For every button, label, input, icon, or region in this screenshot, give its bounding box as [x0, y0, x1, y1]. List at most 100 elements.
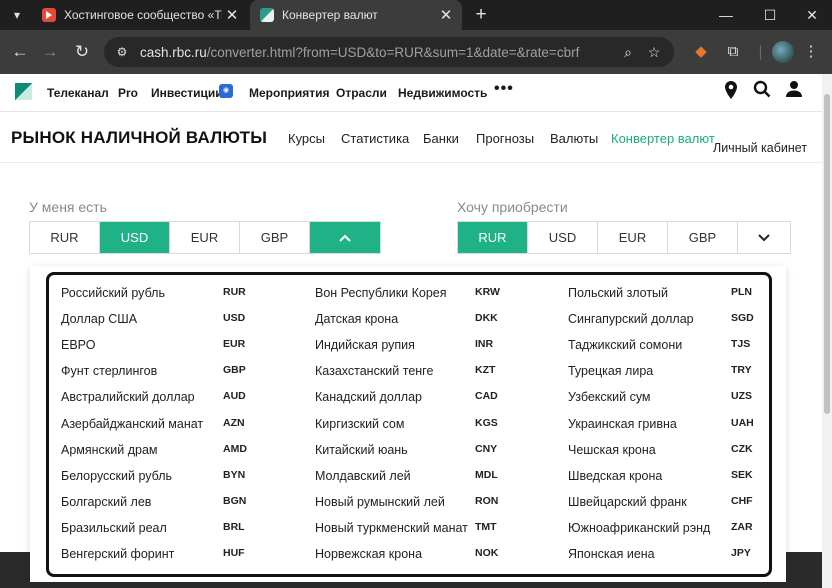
currency-option[interactable]: Венгерский форинт HUF — [61, 543, 261, 563]
currency-option[interactable]: Украинская гривна UAH — [568, 413, 768, 433]
have-usd-button[interactable]: USD — [100, 222, 170, 253]
currency-option[interactable]: Бразильский реал BRL — [61, 517, 261, 537]
currency-option[interactable]: Шведская крона SEK — [568, 465, 768, 485]
currency-option[interactable]: Канадский доллар CAD — [315, 386, 515, 406]
currency-option[interactable]: Китайский юань CNY — [315, 439, 515, 459]
nav-events[interactable]: Мероприятия — [249, 86, 330, 100]
chevron-down-icon — [758, 234, 770, 242]
currency-option[interactable]: Молдавский лей MDL — [315, 465, 515, 485]
want-usd-button[interactable]: USD — [528, 222, 598, 253]
currency-option[interactable]: ЕВРО EUR — [61, 334, 261, 354]
back-arrow-icon[interactable]: ← — [6, 38, 34, 66]
currency-option[interactable]: Российский рубль RUR — [61, 282, 261, 302]
minimize-icon[interactable]: — — [706, 0, 746, 30]
maximize-icon[interactable]: ☐ — [750, 0, 790, 30]
currency-option[interactable]: Азербайджанский манат AZN — [61, 413, 261, 433]
currency-name: Болгарский лев — [61, 494, 152, 509]
want-label: Хочу приобрести — [457, 199, 568, 215]
currency-option[interactable]: Японская иена JPY — [568, 543, 768, 563]
want-eur-button[interactable]: EUR — [598, 222, 668, 253]
bookmark-star-icon[interactable]: ☆ — [644, 42, 664, 62]
currency-option[interactable]: Южноафриканский рэнд ZAR — [568, 517, 768, 537]
currency-option[interactable]: Болгарский лев BGN — [61, 491, 261, 511]
currency-code: CAD — [475, 390, 498, 403]
have-eur-button[interactable]: EUR — [170, 222, 240, 253]
currency-option[interactable]: Доллар США USD — [61, 308, 261, 328]
currency-option[interactable]: Швейцарский франк CHF — [568, 491, 768, 511]
close-icon[interactable]: ✕ — [222, 6, 242, 24]
browser-tab-hosting[interactable]: Хостинговое сообщество «Tim ✕ — [32, 0, 248, 30]
currency-option[interactable]: Турецкая лира TRY — [568, 360, 768, 380]
currency-option[interactable]: Киргизский сом KGS — [315, 413, 515, 433]
address-bar[interactable]: ⚙ cash.rbc.ru/converter.html?from=USD&to… — [104, 37, 674, 67]
have-rur-button[interactable]: RUR — [30, 222, 100, 253]
more-dots-icon[interactable]: ••• — [494, 80, 514, 98]
currency-option[interactable]: Новый туркменский манат TMT — [315, 517, 515, 537]
nav-teleканал[interactable]: Телеканал — [47, 86, 109, 100]
profile-avatar[interactable] — [772, 41, 794, 63]
site-info-icon[interactable]: ⚙ — [114, 44, 130, 60]
window-close-icon[interactable]: ✕ — [792, 0, 832, 30]
currency-option[interactable]: Белорусский рубль BYN — [61, 465, 261, 485]
subnav-rates[interactable]: Курсы — [288, 131, 325, 146]
nav-industries[interactable]: Отрасли — [336, 86, 387, 100]
subnav-banks[interactable]: Банки — [423, 131, 459, 146]
currency-code: PLN — [731, 286, 752, 298]
subnav-converter[interactable]: Конвертер валют — [611, 131, 715, 146]
currency-option[interactable]: Фунт стерлингов GBP — [61, 360, 261, 380]
nav-investments[interactable]: Инвестиции — [151, 86, 223, 100]
subnav-currencies[interactable]: Валюты — [550, 131, 598, 146]
currency-option[interactable]: Австралийский доллар AUD — [61, 386, 261, 406]
have-gbp-button[interactable]: GBP — [240, 222, 310, 253]
currency-option[interactable]: Узбекский сум UZS — [568, 386, 768, 406]
currency-option[interactable]: Чешская крона CZK — [568, 439, 768, 459]
scrollbar-thumb[interactable] — [824, 94, 830, 414]
currency-name: Шведская крона — [568, 468, 663, 483]
extensions-puzzle-icon[interactable]: ⧉ — [722, 41, 744, 63]
zoom-icon[interactable]: ⌕ — [618, 42, 638, 62]
extension-fox-icon[interactable]: ◆ — [690, 41, 712, 63]
forward-arrow-icon[interactable]: → — [36, 38, 64, 66]
want-more-button[interactable] — [738, 222, 790, 253]
nav-realty[interactable]: Недвижимость — [398, 86, 487, 100]
currency-code: EUR — [223, 338, 246, 351]
currency-option[interactable]: Сингапурский доллар SGD — [568, 308, 768, 328]
user-icon[interactable] — [783, 80, 805, 104]
currency-option[interactable]: Польский злотый PLN — [568, 282, 768, 302]
chevron-up-icon — [339, 234, 351, 242]
currency-option[interactable]: Армянский драм AMD — [61, 439, 261, 459]
currency-code: ZAR — [731, 520, 753, 533]
currency-option[interactable]: Датская крона DKK — [315, 308, 515, 328]
nav-pro[interactable]: Pro — [118, 86, 138, 100]
subnav-statistics[interactable]: Статистика — [341, 131, 409, 146]
browser-tabstrip: ▾ Хостинговое сообщество «Tim ✕ Конверте… — [0, 0, 832, 30]
have-label: У меня есть — [29, 199, 107, 215]
browser-menu-icon[interactable]: ⋮ — [800, 41, 822, 63]
currency-name: Бразильский реал — [61, 520, 167, 535]
page-scrollbar[interactable] — [822, 74, 832, 588]
currency-option[interactable]: Индийская рупия INR — [315, 334, 515, 354]
want-gbp-button[interactable]: GBP — [668, 222, 738, 253]
currency-option[interactable]: Норвежская крона NOK — [315, 543, 515, 563]
new-tab-plus-icon[interactable]: + — [470, 4, 492, 26]
currency-option[interactable]: Казахстанский тенге KZT — [315, 360, 515, 380]
currency-name: Швейцарский франк — [568, 494, 687, 509]
have-more-button[interactable] — [310, 222, 380, 253]
location-pin-icon[interactable] — [720, 80, 742, 104]
reload-icon[interactable]: ↻ — [68, 38, 96, 66]
close-icon[interactable]: ✕ — [436, 6, 456, 24]
currency-name: Киргизский сом — [315, 416, 405, 431]
currency-code: BGN — [223, 494, 247, 507]
currency-option[interactable]: Таджикский сомони TJS — [568, 334, 768, 354]
tab-search-icon[interactable]: ▾ — [8, 6, 26, 24]
personal-cabinet-link[interactable]: Личный кабинет — [713, 141, 807, 155]
subnav-forecasts[interactable]: Прогнозы — [476, 131, 534, 146]
want-rur-button[interactable]: RUR — [458, 222, 528, 253]
currency-option[interactable]: Вон Республики Корея KRW — [315, 282, 515, 302]
currency-name: Узбекский сум — [568, 390, 651, 405]
rbc-logo[interactable] — [15, 83, 32, 100]
currency-option[interactable]: Новый румынский лей RON — [315, 491, 515, 511]
currency-name: Фунт стерлингов — [61, 364, 158, 379]
search-icon[interactable] — [751, 80, 773, 104]
browser-tab-converter[interactable]: Конвертер валют ✕ — [250, 0, 462, 30]
